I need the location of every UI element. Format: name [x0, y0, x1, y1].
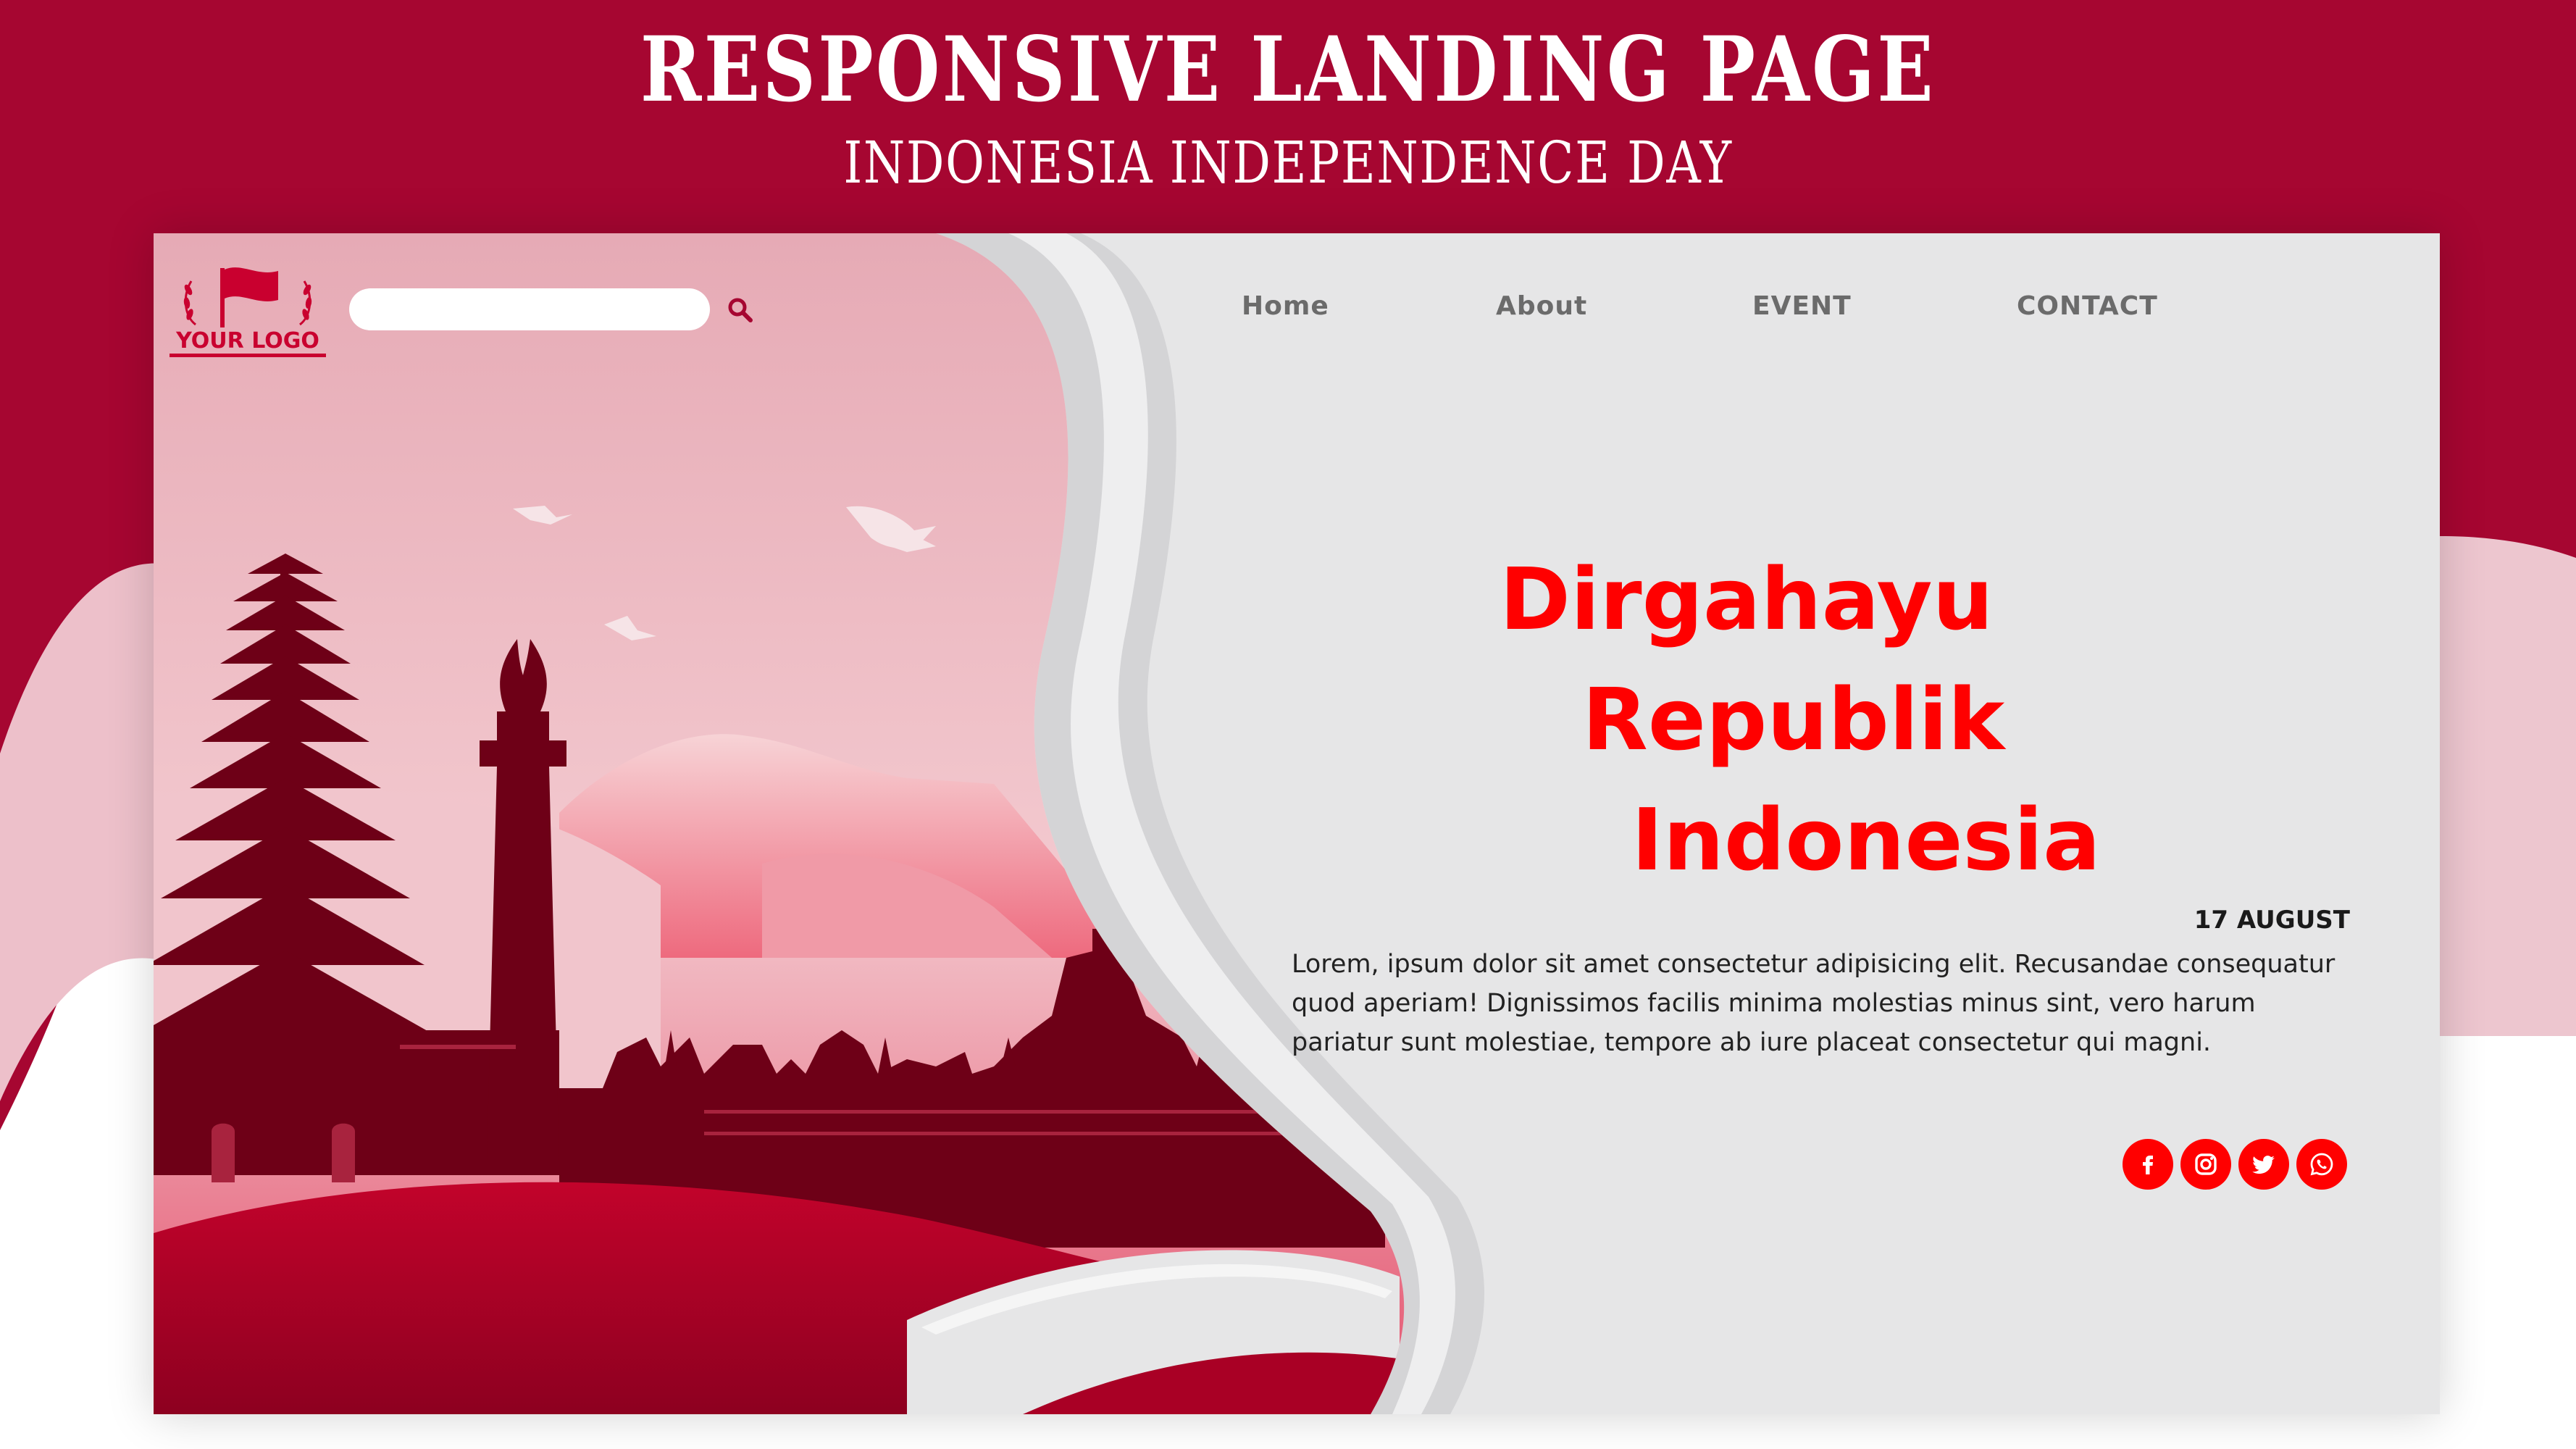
nav-home-link[interactable]: Home — [1242, 291, 1329, 321]
banner-title: RESPONSIVE LANDING PAGE — [640, 17, 1936, 122]
logo-text: YOUR LOGO — [175, 328, 319, 354]
banner-subtitle: INDONESIA INDEPENDENCE DAY — [843, 129, 1733, 196]
nav-about-link[interactable]: About — [1496, 291, 1587, 321]
twitter-button[interactable] — [2238, 1139, 2289, 1190]
site-logo[interactable]: YOUR LOGO — [170, 252, 326, 368]
hero-heading-line-1: Dirgahayu — [1500, 549, 1994, 649]
search-input[interactable] — [349, 288, 710, 330]
whatsapp-button[interactable] — [2296, 1139, 2347, 1190]
facebook-button[interactable] — [2123, 1139, 2173, 1190]
landing-page-card: YOUR LOGO Home About EVENT CONTACT Dirga… — [154, 233, 2440, 1414]
hero-heading-line-3: Indonesia — [1631, 790, 2101, 890]
instagram-icon — [2195, 1153, 2217, 1175]
nav-contact-link[interactable]: CONTACT — [2017, 291, 2158, 321]
instagram-button[interactable] — [2180, 1139, 2231, 1190]
date-label: 17 AUGUST — [2194, 906, 2350, 935]
facebook-icon — [2143, 1156, 2153, 1174]
hero-heading-line-2: Republik — [1582, 669, 2005, 769]
hero-description: Lorem, ipsum dolor sit amet consectetur … — [1292, 950, 2335, 1057]
whatsapp-icon — [2310, 1153, 2333, 1176]
nav-event-link[interactable]: EVENT — [1752, 291, 1852, 321]
search-icon[interactable] — [726, 296, 755, 325]
twitter-icon — [2252, 1156, 2275, 1174]
